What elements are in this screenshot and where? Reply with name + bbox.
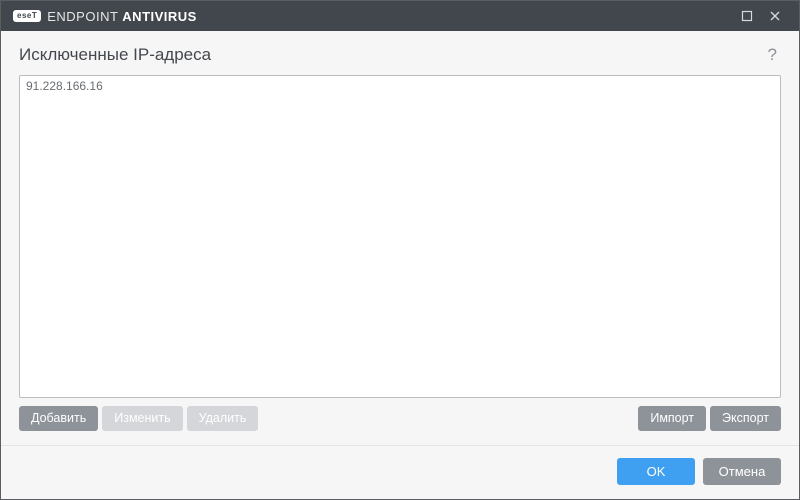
list-toolbar: Добавить Изменить Удалить Импорт Экспорт <box>19 398 781 446</box>
maximize-icon <box>741 10 753 22</box>
brand-suffix: ANTIVIRUS <box>122 9 197 24</box>
ip-listbox[interactable]: 91.228.166.16 <box>19 75 781 398</box>
close-button[interactable] <box>761 1 789 31</box>
export-button[interactable]: Экспорт <box>710 406 781 432</box>
content-area: Исключенные IP-адреса ? 91.228.166.16 До… <box>1 31 799 445</box>
app-window: eseT ENDPOINT ANTIVIRUS Исключенные IP-а… <box>0 0 800 500</box>
dialog-footer: OK Отмена <box>1 445 799 499</box>
help-button[interactable]: ? <box>764 45 781 65</box>
brand-pill: eseT <box>13 10 41 22</box>
titlebar: eseT ENDPOINT ANTIVIRUS <box>1 1 799 31</box>
brand-prefix: ENDPOINT <box>47 9 122 24</box>
close-icon <box>769 10 781 22</box>
page-title: Исключенные IP-адреса <box>19 45 211 65</box>
list-item[interactable]: 91.228.166.16 <box>20 76 780 98</box>
heading-row: Исключенные IP-адреса ? <box>19 45 781 65</box>
maximize-button[interactable] <box>733 1 761 31</box>
import-button[interactable]: Импорт <box>638 406 706 432</box>
brand-text: ENDPOINT ANTIVIRUS <box>47 9 197 24</box>
brand-logo: eseT ENDPOINT ANTIVIRUS <box>13 9 197 24</box>
delete-button: Удалить <box>187 406 259 432</box>
edit-button: Изменить <box>102 406 182 432</box>
add-button[interactable]: Добавить <box>19 406 98 432</box>
cancel-button[interactable]: Отмена <box>703 458 781 485</box>
ok-button[interactable]: OK <box>617 458 695 485</box>
